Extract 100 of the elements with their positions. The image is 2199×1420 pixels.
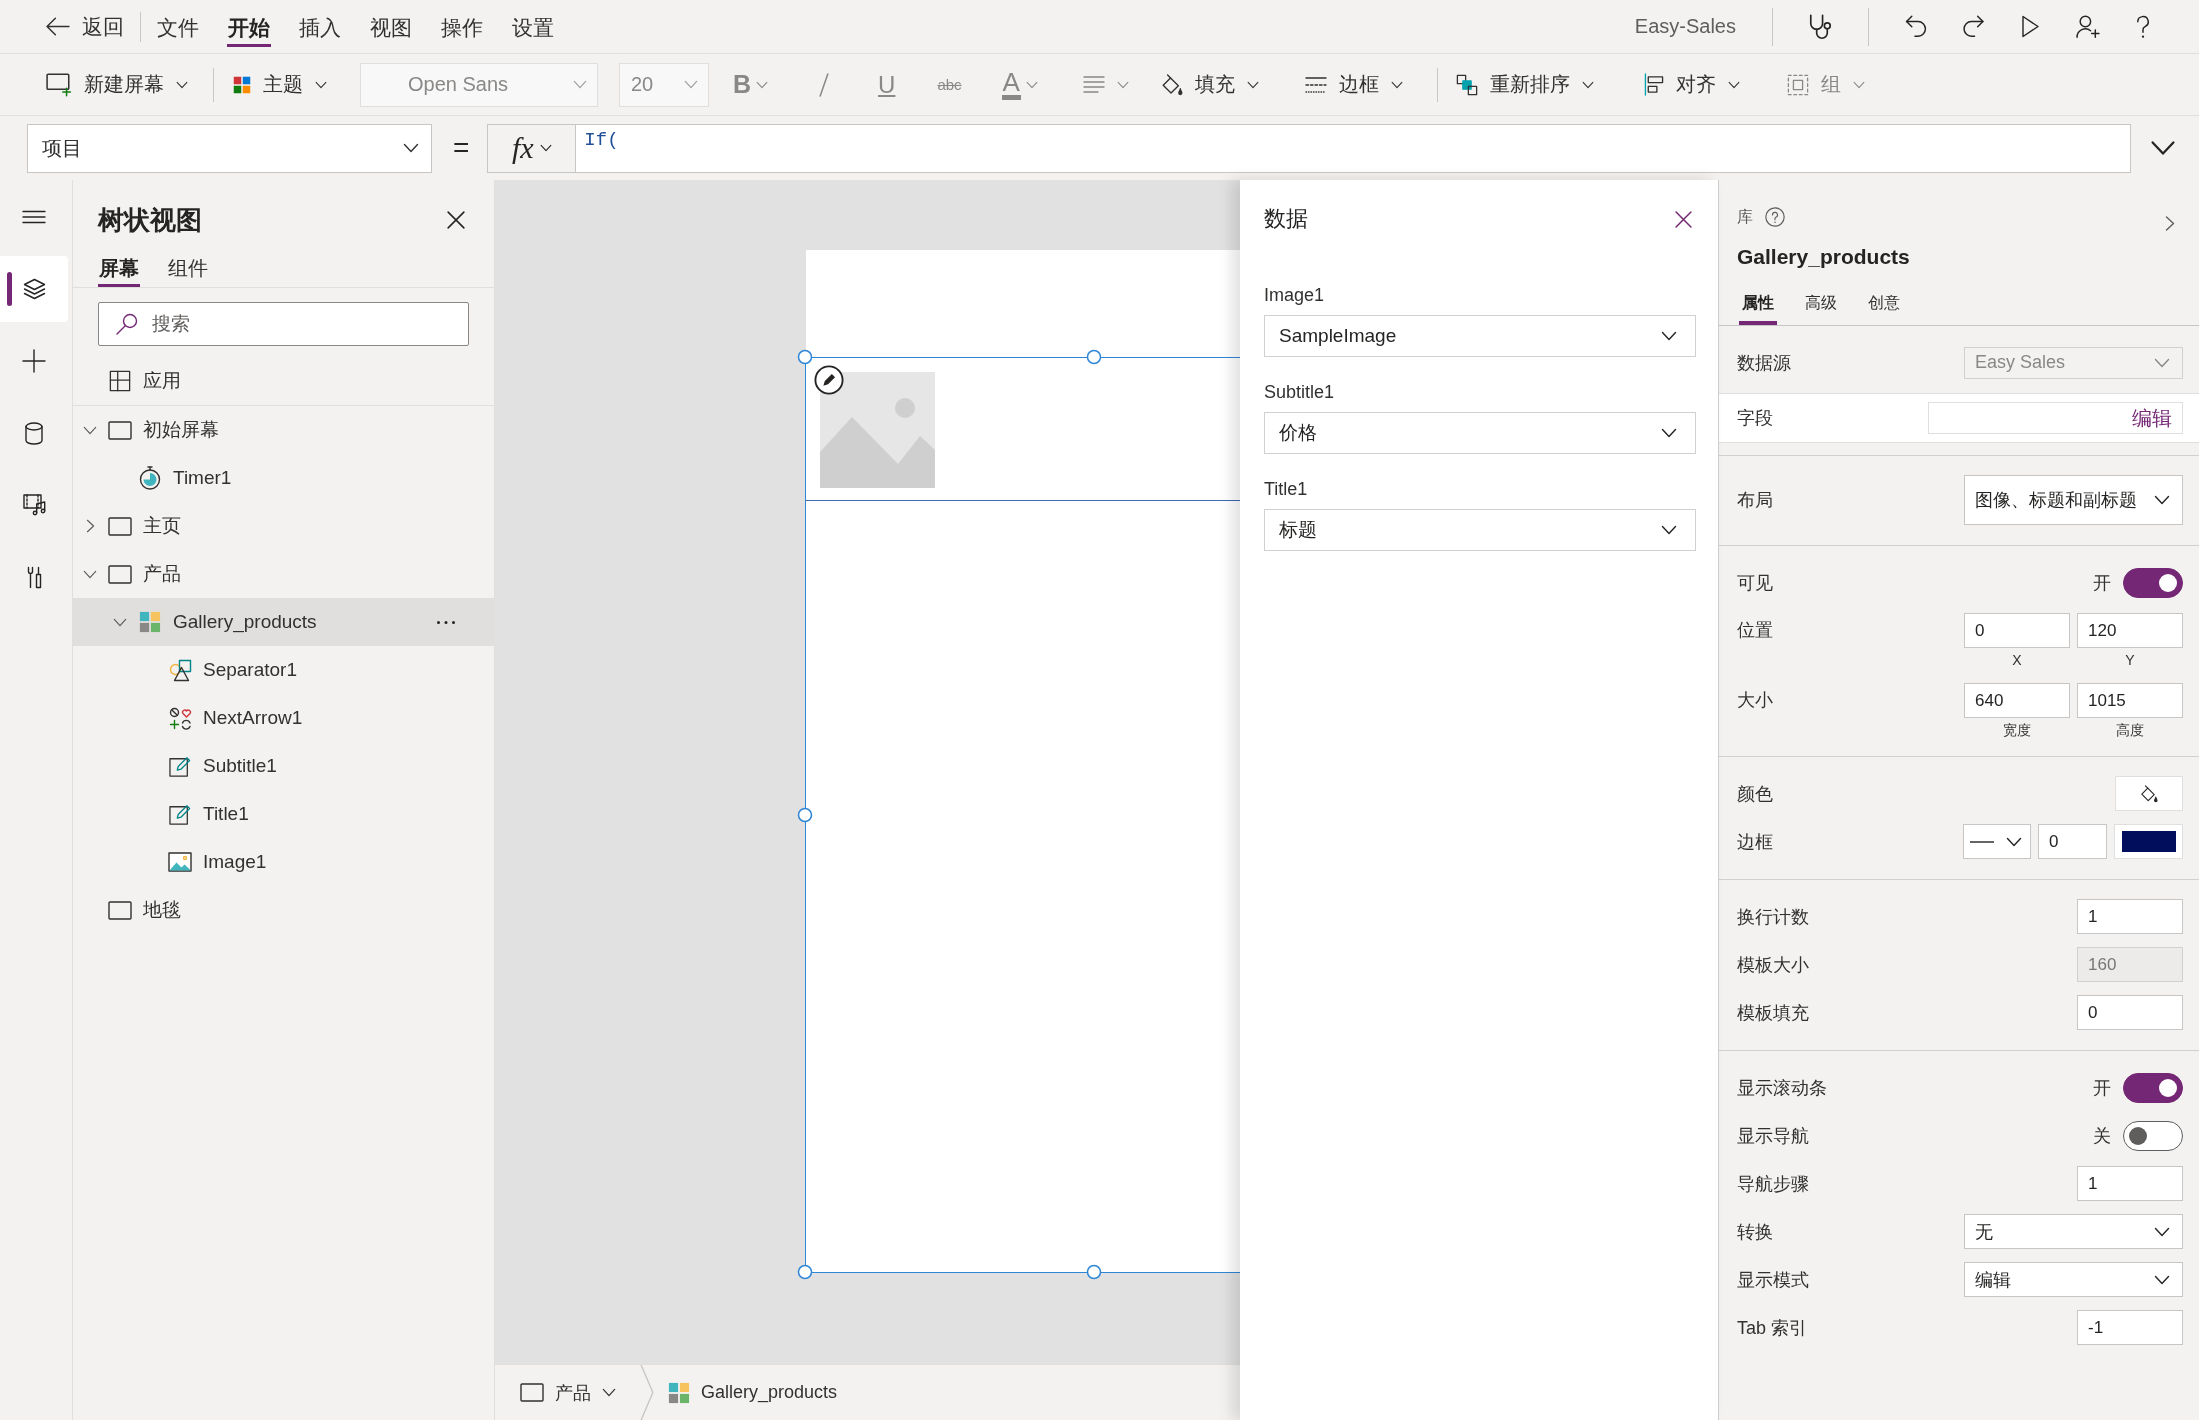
theme-button[interactable]: 主题 xyxy=(233,62,327,107)
search-field[interactable]: 搜索 xyxy=(98,302,469,346)
tab[interactable]: 属性 xyxy=(1739,285,1777,325)
property-label: 边框 xyxy=(1737,830,1773,854)
tree-item[interactable]: Title1 xyxy=(73,790,494,838)
menu-tab[interactable]: 开始 xyxy=(227,11,271,47)
tree-item[interactable]: Image1 xyxy=(73,838,494,886)
help-icon[interactable] xyxy=(2136,14,2150,39)
tree-item[interactable]: 地毯 xyxy=(73,886,494,934)
chevron-right-icon[interactable] xyxy=(2165,214,2175,232)
chevron-down-icon xyxy=(684,80,698,89)
redo-icon[interactable] xyxy=(1963,15,1985,38)
property-dropdown[interactable]: 无 xyxy=(1964,1214,2183,1249)
property-dropdown[interactable]: 项目 xyxy=(27,123,432,173)
play-icon[interactable] xyxy=(2021,15,2040,38)
number-input[interactable]: 1 xyxy=(2077,1166,2183,1201)
reorder-button[interactable]: 重新排序 xyxy=(1455,62,1594,107)
layer-order-icon xyxy=(1455,73,1478,96)
edit-pencil-icon[interactable] xyxy=(814,365,844,395)
menu-tab[interactable]: 文件 xyxy=(156,11,200,47)
tree-item[interactable]: 初始屏幕 xyxy=(73,406,494,454)
property-label: 字段 xyxy=(1737,407,1773,430)
field-dropdown[interactable]: 标题 xyxy=(1264,509,1696,551)
shapes-icon xyxy=(168,658,192,682)
tree-item[interactable]: Subtitle1 xyxy=(73,742,494,790)
toggle-switch[interactable] xyxy=(2123,567,2183,598)
number-input[interactable]: 1015 xyxy=(2077,683,2183,718)
number-input[interactable]: 120 xyxy=(2077,613,2183,648)
number-input[interactable]: 640 xyxy=(1964,683,2070,718)
formula-input[interactable]: If( xyxy=(576,123,2132,173)
resize-handle[interactable] xyxy=(797,807,813,823)
number-input[interactable]: 0 xyxy=(2077,995,2183,1030)
number-input[interactable]: 0 xyxy=(1964,613,2070,648)
toggle-switch[interactable] xyxy=(2123,1072,2183,1103)
tree-item[interactable]: 主页 xyxy=(73,502,494,550)
tree-item[interactable]: Timer1 xyxy=(73,454,494,502)
property-label: 模板大小 xyxy=(1737,953,1809,977)
chevron-down-icon xyxy=(2154,1274,2170,1285)
resize-handle[interactable] xyxy=(1086,1264,1102,1280)
tab[interactable]: 创意 xyxy=(1865,285,1903,325)
stethoscope-icon[interactable] xyxy=(1809,13,1832,40)
menu-tab[interactable]: 插入 xyxy=(298,11,342,47)
resize-handle[interactable] xyxy=(1086,349,1102,365)
chevron-down-icon xyxy=(403,143,419,153)
chevron-down-icon xyxy=(1661,428,1677,438)
app-name: Easy-Sales xyxy=(1634,15,1736,38)
number-input[interactable]: 1 xyxy=(2077,899,2183,934)
property-dropdown[interactable]: 图像、标题和副标题 xyxy=(1964,475,2183,525)
paint-bucket-icon xyxy=(2140,784,2158,803)
line-style-dropdown[interactable] xyxy=(1963,824,2031,859)
breadcrumb-item[interactable]: 产品 xyxy=(520,1380,616,1405)
chevron-down-icon[interactable] xyxy=(2150,140,2177,156)
add-person-icon[interactable] xyxy=(2076,14,2100,39)
property-dropdown[interactable]: 编辑 xyxy=(1964,1262,2183,1297)
property-label: 显示滚动条 xyxy=(1737,1076,1827,1100)
tree-item[interactable]: Gallery_products xyxy=(73,598,494,646)
tree-item[interactable]: 应用 xyxy=(73,357,494,406)
edit-text-icon xyxy=(169,803,191,825)
resize-handle[interactable] xyxy=(797,349,813,365)
breadcrumb-item[interactable]: Gallery_products xyxy=(668,1381,838,1404)
caret-icon xyxy=(1852,80,1865,89)
number-input[interactable]: 0 xyxy=(2038,824,2107,859)
color-picker-button[interactable] xyxy=(2114,824,2183,859)
tree-item[interactable]: Separator1 xyxy=(73,646,494,694)
tab[interactable]: 组件 xyxy=(167,252,209,287)
menu-tab[interactable]: 设置 xyxy=(511,11,555,47)
close-icon[interactable] xyxy=(1675,210,1692,228)
property-label: 显示模式 xyxy=(1737,1268,1809,1292)
color-picker-button[interactable] xyxy=(2115,776,2183,811)
chevron-right-icon[interactable] xyxy=(85,519,95,533)
toggle-switch[interactable] xyxy=(2123,1120,2183,1151)
resize-handle[interactable] xyxy=(797,1264,813,1280)
fx-button[interactable]: fx xyxy=(487,123,577,173)
menu-tab[interactable]: 操作 xyxy=(440,11,484,47)
input-caption: X xyxy=(2012,651,2022,670)
back-button[interactable]: 返回 xyxy=(46,8,124,45)
caret-icon xyxy=(1246,80,1259,89)
property-label: 位置 xyxy=(1737,619,1773,642)
tree-item[interactable]: 产品 xyxy=(73,550,494,598)
edit-button[interactable]: 编辑 xyxy=(1928,402,2183,434)
more-icon[interactable] xyxy=(436,619,456,625)
equals-sign: = xyxy=(453,132,470,164)
field-dropdown[interactable]: 价格 xyxy=(1264,412,1696,454)
undo-icon[interactable] xyxy=(1905,15,1927,38)
new-screen-button[interactable]: 新建屏幕 xyxy=(46,62,188,107)
menu-tab[interactable]: 视图 xyxy=(369,11,413,47)
control-name: Gallery_products xyxy=(1737,244,1911,270)
tree-view-button[interactable] xyxy=(0,256,68,322)
number-input[interactable]: -1 xyxy=(2077,1310,2183,1345)
align-button[interactable]: 对齐 xyxy=(1643,62,1740,107)
fill-button[interactable]: 填充 xyxy=(1160,62,1259,107)
tree-item[interactable]: NextArrow1 xyxy=(73,694,494,742)
tab[interactable]: 高级 xyxy=(1802,285,1840,325)
align-left-icon xyxy=(1643,73,1664,96)
property-label: 数据源 xyxy=(1737,351,1791,375)
field-dropdown[interactable]: SampleImage xyxy=(1264,315,1696,357)
tab[interactable]: 屏幕 xyxy=(98,252,140,287)
border-button[interactable]: 边框 xyxy=(1304,62,1403,107)
close-icon[interactable] xyxy=(447,211,465,229)
search-icon xyxy=(116,313,138,335)
